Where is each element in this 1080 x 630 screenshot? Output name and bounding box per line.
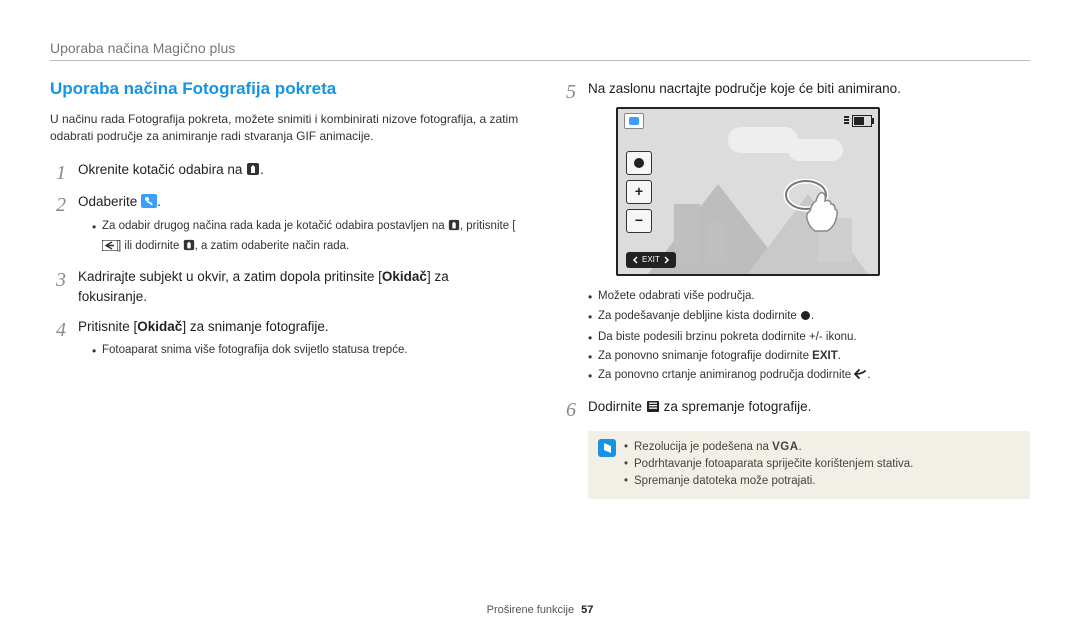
step-2-text: Odaberite [78, 194, 137, 209]
page-footer: Proširene funkcije 57 [0, 604, 1080, 616]
exit-button[interactable]: EXIT [626, 252, 676, 268]
motion-photo-icon [141, 194, 157, 214]
step-5-sub-4: Za ponovno snimanje fotografije dodirnit… [588, 348, 1030, 365]
tip-2: Podrhtavanje fotoaparata spriječite kori… [624, 456, 913, 473]
step-2-sublist: Za odabir drugog načina rada kada je kot… [78, 216, 520, 257]
brush-dot-button[interactable] [626, 151, 652, 175]
step-5: Na zaslonu nacrtajte područje koje će bi… [560, 79, 1030, 387]
left-column: Uporaba načina Fotografija pokreta U nač… [50, 79, 520, 499]
footer-page-number: 57 [581, 604, 593, 616]
mode-dial-icon-small-2 [183, 239, 195, 257]
right-column: Na zaslonu nacrtajte područje koje će bi… [560, 79, 1030, 499]
brush-size-controls: + − [626, 151, 652, 233]
intro-paragraph: U načinu rada Fotografija pokreta, možet… [50, 111, 520, 146]
tip-box: Rezolucija je podešena na VGA. Podrhtava… [588, 431, 1030, 499]
shutter-bold-2: Okidač [137, 319, 182, 334]
back-key-icon [102, 240, 118, 257]
tip-1: Rezolucija je podešena na VGA. [624, 439, 913, 456]
person-chip-icon [624, 113, 644, 129]
section-title: Uporaba načina Fotografija pokreta [50, 79, 520, 99]
mode-dial-icon [246, 162, 260, 182]
step-3: Kadrirajte subjekt u okvir, a zatim dopo… [50, 267, 520, 308]
footer-section: Proširene funkcije [487, 604, 574, 616]
building-shape [674, 204, 700, 262]
plus-button[interactable]: + [626, 180, 652, 204]
step-5-sub-2: Za podešavanje debljine kista dodirnite … [588, 308, 1030, 327]
cloud-icon [788, 139, 843, 161]
step-1-text: Okrenite kotačić odabira na [78, 162, 242, 177]
touch-hand-icon [782, 179, 842, 239]
step-2: Odaberite . Za odabir drugog načina rada… [50, 192, 520, 257]
step-2-sub-a: Za odabir drugog načina rada kada je kot… [92, 218, 520, 257]
step-list-right: Na zaslonu nacrtajte područje koje će bi… [560, 79, 1030, 419]
minus-button[interactable]: − [626, 209, 652, 233]
building-shape [706, 220, 726, 262]
screen-topbar [624, 113, 872, 129]
brush-dot-icon [800, 310, 811, 327]
step-1-suffix: . [260, 162, 264, 177]
shutter-bold-1: Okidač [382, 269, 427, 284]
info-badge-icon [598, 439, 616, 457]
header-rule [50, 60, 1030, 61]
step-5-sub-5: Za ponovno crtanje animiranog područja d… [588, 367, 1030, 386]
battery-status-icon [844, 115, 872, 127]
save-icon [646, 399, 660, 419]
step-5-sub-3: Da biste podesili brzinu pokreta dodirni… [588, 329, 1030, 346]
step-5-sub-1: Možete odabrati više područja. [588, 288, 1030, 305]
step-list-left: Okrenite kotačić odabira na . Odaberite … [50, 160, 520, 359]
step-4: Pritisnite [Okidač] za snimanje fotograf… [50, 317, 520, 359]
step-2-suffix: . [157, 194, 161, 209]
columns: Uporaba načina Fotografija pokreta U nač… [50, 79, 1030, 499]
manual-page: Uporaba načina Magično plus Uporaba nači… [0, 0, 1080, 630]
tip-list: Rezolucija je podešena na VGA. Podrhtava… [624, 439, 913, 491]
tip-3: Spremanje datoteka može potrajati. [624, 473, 913, 490]
step-4-sub: Fotoaparat snima više fotografija dok sv… [92, 342, 520, 359]
camera-screen-illustration: + − EXIT [616, 107, 880, 276]
exit-label: EXIT [642, 254, 660, 266]
undo-arrow-icon [854, 369, 867, 386]
mode-dial-icon-small [448, 219, 460, 237]
header-title: Uporaba načina Magično plus [50, 40, 1030, 56]
step-5-sublist: Možete odabrati više područja. Za podeša… [588, 286, 1030, 386]
vga-bold: VGA [772, 441, 798, 453]
step-1: Okrenite kotačić odabira na . [50, 160, 520, 182]
exit-bold: EXIT [812, 350, 838, 362]
step-6: Dodirnite za spremanje fotografije. [560, 397, 1030, 419]
step-4-sublist: Fotoaparat snima više fotografija dok sv… [78, 340, 520, 359]
